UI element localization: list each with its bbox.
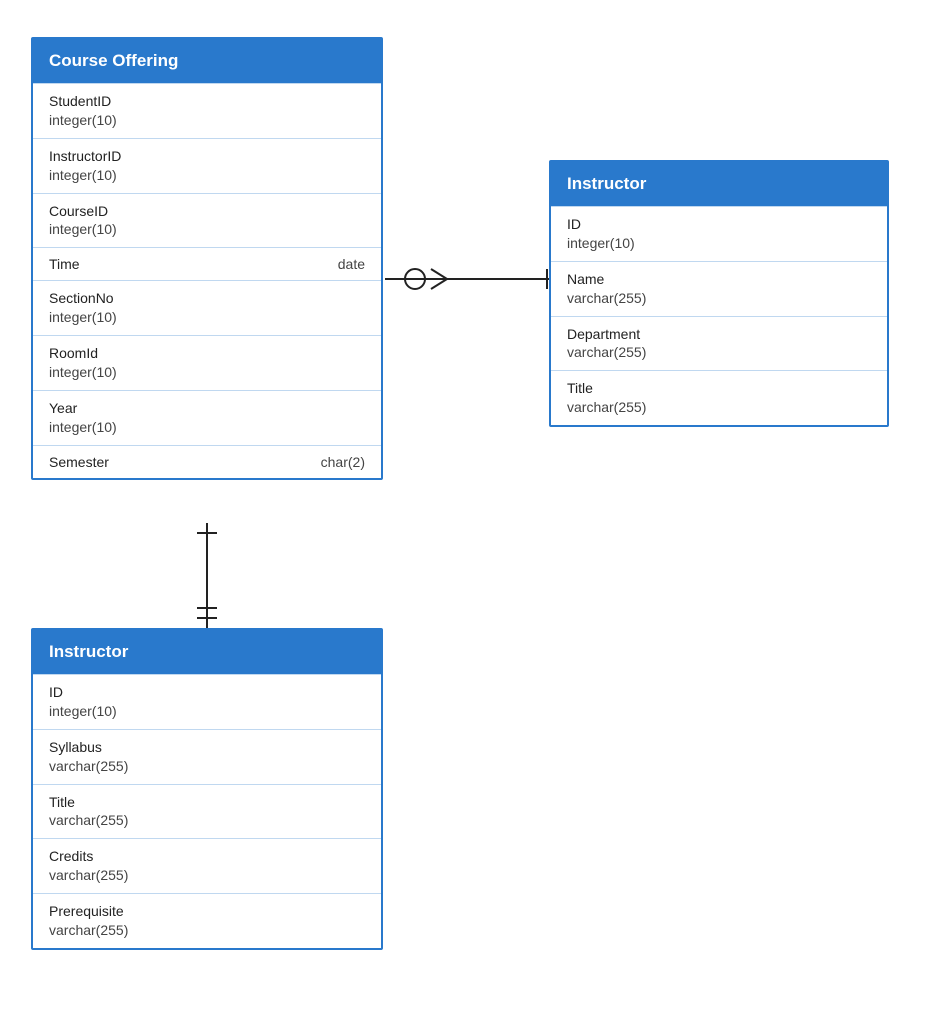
table-row: Prerequisite varchar(255) (33, 893, 381, 948)
table-row: Department varchar(255) (551, 316, 887, 371)
course-table: Instructor ID integer(10) Syllabus varch… (31, 628, 383, 950)
table-row: StudentID integer(10) (33, 83, 381, 138)
table-row: InstructorID integer(10) (33, 138, 381, 193)
instructor-header: Instructor (551, 162, 887, 206)
course-offering-header: Course Offering (33, 39, 381, 83)
table-row: Syllabus varchar(255) (33, 729, 381, 784)
table-row: ID integer(10) (33, 674, 381, 729)
table-row: RoomId integer(10) (33, 335, 381, 390)
table-row: Year integer(10) (33, 390, 381, 445)
instructor-table: Instructor ID integer(10) Name varchar(2… (549, 160, 889, 427)
table-row: SectionNo integer(10) (33, 280, 381, 335)
table-row: CourseID integer(10) (33, 193, 381, 248)
table-row: Time date (33, 247, 381, 280)
diagram-container: Course Offering StudentID integer(10) In… (0, 0, 928, 1010)
table-row: Title varchar(255) (33, 784, 381, 839)
table-row: Name varchar(255) (551, 261, 887, 316)
table-row: Semester char(2) (33, 445, 381, 478)
table-row: Credits varchar(255) (33, 838, 381, 893)
course-offering-table: Course Offering StudentID integer(10) In… (31, 37, 383, 480)
table-row: Title varchar(255) (551, 370, 887, 425)
table-row: ID integer(10) (551, 206, 887, 261)
course-header: Instructor (33, 630, 381, 674)
